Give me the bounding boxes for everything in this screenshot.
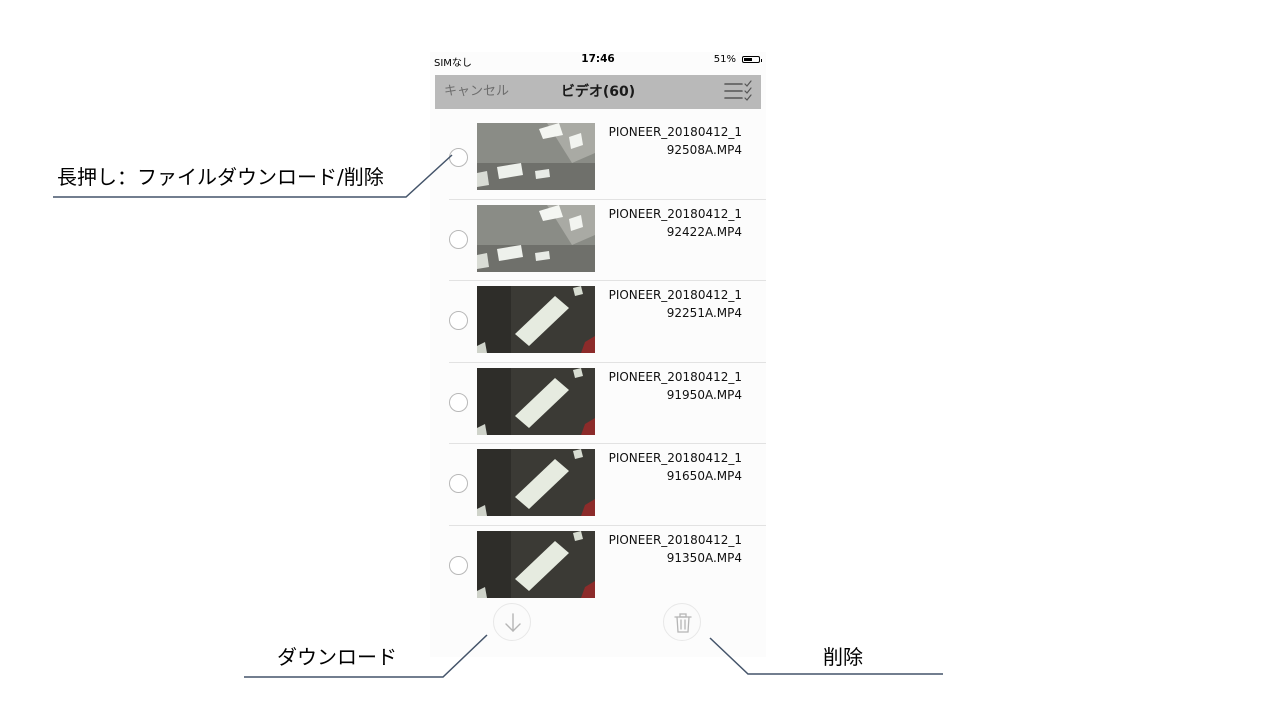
download-callout: ダウンロード (277, 645, 397, 669)
long-press-callout: 長押し：ファイルダウンロード/削除 (57, 165, 384, 189)
delete-callout: 削除 (823, 645, 863, 669)
annotation-leader-lines (53, 154, 943, 678)
